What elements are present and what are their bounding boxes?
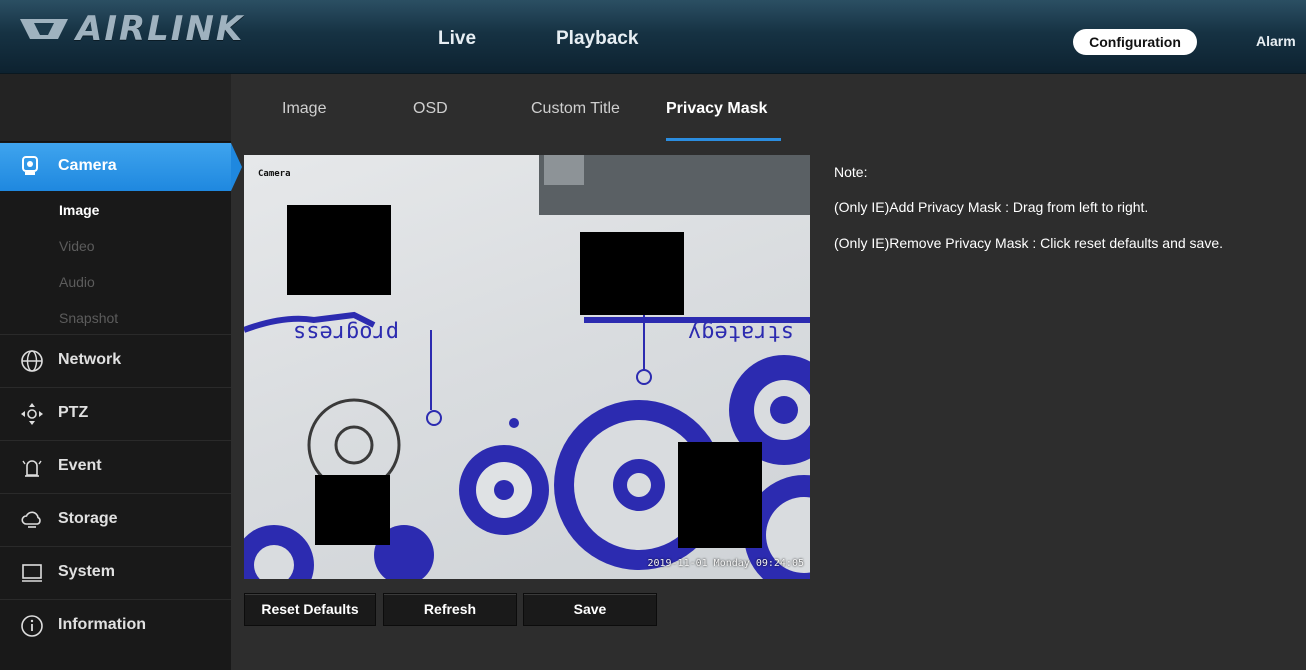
sidebar-item-label: Information: [58, 616, 146, 633]
sidebar-item-label: Network: [58, 351, 122, 368]
sidebar-item-label: Camera: [58, 157, 117, 174]
tab-osd[interactable]: OSD: [413, 100, 448, 118]
tab-privacy-mask[interactable]: Privacy Mask: [666, 100, 767, 118]
note-heading: Note:: [834, 164, 868, 180]
sidebar-item-label: Storage: [58, 510, 118, 527]
note-remove-mask: (Only IE)Remove Privacy Mask : Click res…: [834, 235, 1224, 251]
sidebar-item-ptz[interactable]: PTZ: [0, 387, 231, 440]
tab-image[interactable]: Image: [282, 100, 326, 118]
ptz-icon: [21, 403, 43, 425]
alarm-bell-icon: [22, 460, 42, 477]
cloud-storage-icon: [21, 511, 41, 528]
svg-text:progress: progress: [293, 320, 399, 345]
settings-tabs: Image OSD Custom Title Privacy Mask: [231, 74, 1306, 142]
sidebar: Camera Image Video Audio Snapshot Networ…: [0, 74, 242, 670]
sidebar-header-spacer: [0, 74, 231, 142]
save-button[interactable]: Save: [523, 593, 657, 626]
reset-defaults-button[interactable]: Reset Defaults: [244, 593, 376, 626]
sidebar-item-label: System: [58, 563, 115, 580]
privacy-mask-3[interactable]: [678, 442, 762, 548]
sidebar-item-label: PTZ: [58, 404, 89, 421]
sidebar-sub-audio[interactable]: Audio: [59, 274, 95, 290]
refresh-button[interactable]: Refresh: [383, 593, 517, 626]
privacy-mask-1[interactable]: [287, 205, 391, 295]
video-preview[interactable]: progress strategy Camera 2019-11-01 Mond…: [244, 155, 810, 579]
tab-custom-title[interactable]: Custom Title: [531, 100, 620, 118]
sidebar-sub-video[interactable]: Video: [59, 238, 95, 254]
nav-playback[interactable]: Playback: [556, 28, 638, 50]
camera-icon: [22, 156, 38, 175]
privacy-mask-2[interactable]: [580, 232, 684, 315]
sidebar-item-event[interactable]: Event: [0, 440, 231, 493]
osd-timestamp: 2019-11-01 Monday 09:24:05: [647, 558, 804, 569]
sidebar-item-information[interactable]: Information: [0, 599, 231, 652]
nav-alarm[interactable]: Alarm: [1256, 33, 1296, 49]
privacy-mask-4[interactable]: [315, 475, 390, 545]
brand-logo: AIRLINK: [18, 9, 245, 49]
brand-name: AIRLINK: [76, 9, 245, 49]
svg-text:strategy: strategy: [688, 320, 794, 345]
top-header: AIRLINK Live Playback Configuration Alar…: [0, 0, 1306, 74]
sidebar-item-system[interactable]: System: [0, 546, 231, 599]
osd-channel-name: Camera: [258, 169, 291, 179]
note-add-mask: (Only IE)Add Privacy Mask : Drag from le…: [834, 199, 1149, 215]
active-tab-indicator: [666, 138, 781, 141]
sidebar-sub-snapshot[interactable]: Snapshot: [59, 310, 118, 326]
sidebar-item-network[interactable]: Network: [0, 334, 231, 387]
sidebar-item-storage[interactable]: Storage: [0, 493, 231, 546]
nav-configuration[interactable]: Configuration: [1073, 29, 1197, 55]
info-icon: [21, 615, 43, 637]
sidebar-item-label: Event: [58, 457, 102, 474]
monitor-icon: [22, 564, 42, 582]
globe-icon: [21, 350, 43, 372]
airlink-logo-icon: [20, 19, 68, 39]
sidebar-sub-image[interactable]: Image: [59, 202, 99, 218]
sidebar-item-camera[interactable]: Camera: [0, 143, 242, 191]
nav-live[interactable]: Live: [438, 28, 476, 50]
